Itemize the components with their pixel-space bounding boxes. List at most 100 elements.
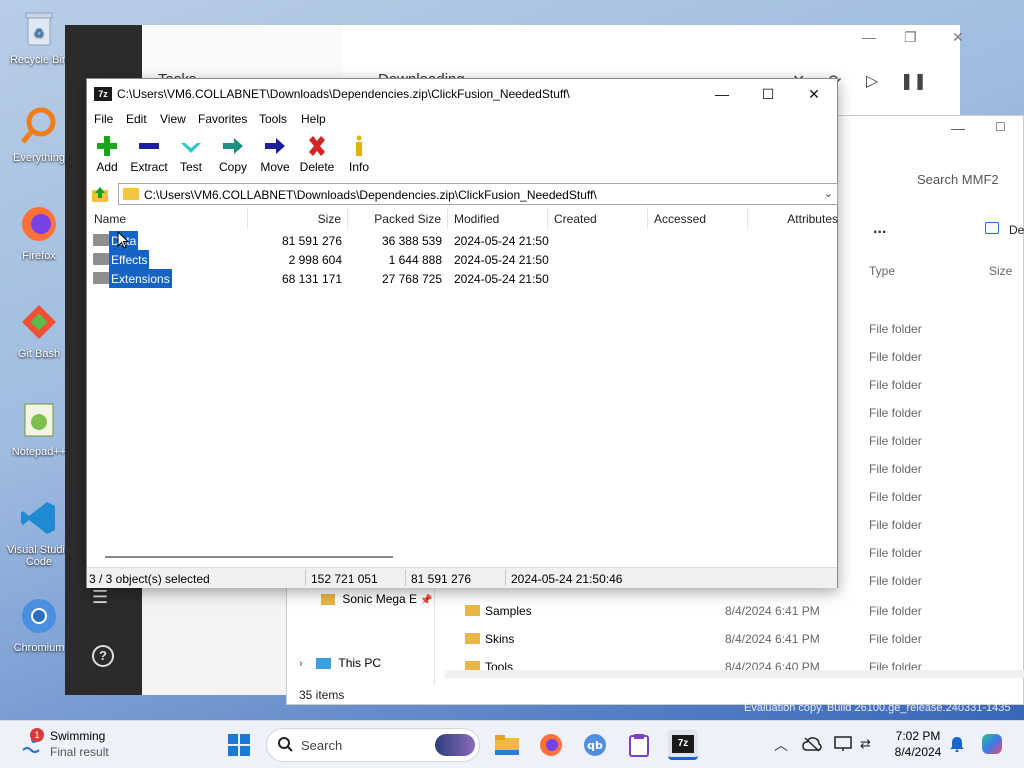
- close-icon[interactable]: ✕: [791, 83, 837, 105]
- sevenzip-logo-icon: 7z: [672, 734, 694, 753]
- desktop-icon-firefox[interactable]: Firefox: [4, 202, 74, 262]
- minimize-icon[interactable]: —: [951, 120, 965, 136]
- more-options-button[interactable]: ...: [873, 220, 886, 238]
- chevron-down-icon[interactable]: ⌄: [824, 187, 833, 200]
- taskbar: 1 Swimming Final result Search qb 7z ︿ ⇄…: [0, 720, 1024, 768]
- desktop-icon-vscode[interactable]: Visual Studio Code: [4, 496, 74, 568]
- start-button[interactable]: [224, 730, 254, 760]
- notification-bell-icon[interactable]: [950, 736, 964, 755]
- cloud-offline-icon[interactable]: [802, 736, 822, 755]
- desktop-icon-everything[interactable]: Everything: [4, 104, 74, 164]
- column-type[interactable]: Type: [869, 264, 895, 278]
- taskbar-qbittorrent[interactable]: qb: [580, 730, 610, 760]
- file-list: Name Size Packed Size Modified Created A…: [87, 207, 838, 563]
- clock-time: 7:02 PM: [895, 729, 941, 743]
- menu-edit[interactable]: Edit: [126, 112, 147, 126]
- minimize-icon[interactable]: —: [699, 83, 745, 105]
- delete-button[interactable]: Delete: [295, 135, 339, 174]
- list-item[interactable]: Skins 8/4/2024 6:41 PM File folder: [463, 630, 1023, 650]
- minimize-icon[interactable]: —: [862, 29, 876, 45]
- search-input[interactable]: Search MMF2: [907, 166, 1024, 192]
- desktop-icon-chromium[interactable]: Chromium: [4, 594, 74, 654]
- column-size[interactable]: Size: [989, 264, 1012, 278]
- maximize-icon[interactable]: ❐: [904, 29, 917, 46]
- desktop-icon-label: Visual Studio Code: [6, 544, 71, 568]
- menu-file[interactable]: File: [94, 112, 113, 126]
- desktop-icon-notepad-plus[interactable]: Notepad++: [4, 398, 74, 458]
- horizontal-scrollbar[interactable]: [445, 670, 1024, 678]
- extract-icon: [127, 135, 171, 157]
- up-folder-icon[interactable]: [91, 185, 109, 203]
- widget-title: Swimming: [50, 729, 106, 743]
- desktop-icon-label: Everything: [13, 152, 65, 164]
- chevron-up-icon[interactable]: ︿: [774, 735, 788, 755]
- horizontal-scrollbar[interactable]: [105, 556, 393, 558]
- maximize-icon[interactable]: ☐: [745, 83, 791, 105]
- system-clock[interactable]: 7:02 PM 8/4/2024: [890, 729, 946, 759]
- status-divider: [305, 570, 306, 586]
- settings-sliders-icon[interactable]: ☰: [92, 587, 108, 608]
- folder-icon: [93, 253, 109, 265]
- search-label: Search: [301, 738, 343, 753]
- delete-icon: [295, 135, 339, 157]
- taskbar-firefox[interactable]: [536, 730, 566, 760]
- menu-help[interactable]: Help: [301, 112, 326, 126]
- folder-icon: [123, 188, 139, 200]
- table-row[interactable]: Effects 2 998 604 1 644 888 2024-05-24 2…: [87, 250, 837, 269]
- column-created[interactable]: Created: [548, 207, 648, 229]
- chromium-icon: [17, 594, 61, 638]
- selection-size: 152 721 051: [311, 572, 378, 586]
- menu-tools[interactable]: Tools: [259, 112, 287, 126]
- status-divider: [505, 570, 506, 586]
- column-size[interactable]: Size: [248, 207, 348, 229]
- menu-view[interactable]: View: [160, 112, 186, 126]
- details-pane-icon[interactable]: [985, 222, 999, 234]
- item-packed-size: 27 768 725: [381, 272, 442, 286]
- add-button[interactable]: Add: [85, 135, 129, 174]
- move-button[interactable]: Move: [253, 135, 297, 174]
- path-input[interactable]: C:\Users\VM6.COLLABNET\Downloads\Depende…: [118, 183, 838, 205]
- copy-button[interactable]: Copy: [211, 135, 255, 174]
- item-size: 2 998 604: [288, 253, 342, 267]
- list-item[interactable]: Samples 8/4/2024 6:41 PM File folder: [463, 602, 1023, 622]
- folder-type: File folder: [869, 322, 922, 336]
- clock-date: 8/4/2024: [894, 745, 942, 759]
- details-button[interactable]: De: [1009, 223, 1024, 237]
- taskbar-app-purple[interactable]: [624, 730, 654, 760]
- maximize-icon[interactable]: ☐: [995, 120, 1006, 134]
- monitor-icon[interactable]: [834, 736, 852, 755]
- nav-item-sonic[interactable]: Sonic Mega E 📌: [321, 592, 433, 606]
- title-bar[interactable]: 7z C:\Users\VM6.COLLABNET\Downloads\Depe…: [87, 79, 837, 109]
- desktop-icon-recycle-bin[interactable]: ♻ Recycle Bin: [4, 6, 74, 66]
- column-packed-size[interactable]: Packed Size: [348, 207, 448, 229]
- table-row[interactable]: Data 81 591 276 36 388 539 2024-05-24 21…: [87, 231, 837, 250]
- test-button[interactable]: Test: [169, 135, 213, 174]
- table-row[interactable]: Extensions 68 131 171 27 768 725 2024-05…: [87, 269, 837, 288]
- info-button[interactable]: Info: [337, 135, 381, 174]
- mouse-cursor-icon: [117, 230, 130, 252]
- play-icon[interactable]: ▷: [866, 71, 878, 91]
- pause-icon[interactable]: ❚❚: [900, 71, 927, 91]
- network-icon[interactable]: ⇄: [860, 736, 871, 752]
- taskbar-file-explorer[interactable]: [492, 730, 522, 760]
- nav-item-label: Sonic Mega E: [342, 592, 418, 606]
- close-icon[interactable]: ✕: [952, 29, 964, 46]
- desktop-icon-git-bash[interactable]: Git Bash: [4, 300, 74, 360]
- nav-item-this-pc[interactable]: › This PC: [299, 656, 381, 670]
- column-modified[interactable]: Modified: [448, 207, 548, 229]
- help-icon[interactable]: ?: [92, 645, 114, 667]
- extract-button[interactable]: Extract: [127, 135, 171, 174]
- column-accessed[interactable]: Accessed: [648, 207, 748, 229]
- item-type: File folder: [869, 604, 922, 618]
- taskbar-7zip[interactable]: 7z: [668, 730, 698, 760]
- list-item[interactable]: Tools 8/4/2024 6:40 PM File folder: [463, 658, 1023, 670]
- sevenzip-window: 7z C:\Users\VM6.COLLABNET\Downloads\Depe…: [86, 78, 838, 588]
- folder-type: File folder: [869, 518, 922, 532]
- copilot-icon[interactable]: [980, 732, 1004, 759]
- taskbar-search[interactable]: Search: [266, 728, 480, 762]
- menu-favorites[interactable]: Favorites: [198, 112, 247, 126]
- folder-type: File folder: [869, 546, 922, 560]
- column-attributes[interactable]: Attributes: [748, 207, 838, 229]
- item-size: 81 591 276: [281, 234, 342, 248]
- column-name[interactable]: Name: [94, 207, 248, 229]
